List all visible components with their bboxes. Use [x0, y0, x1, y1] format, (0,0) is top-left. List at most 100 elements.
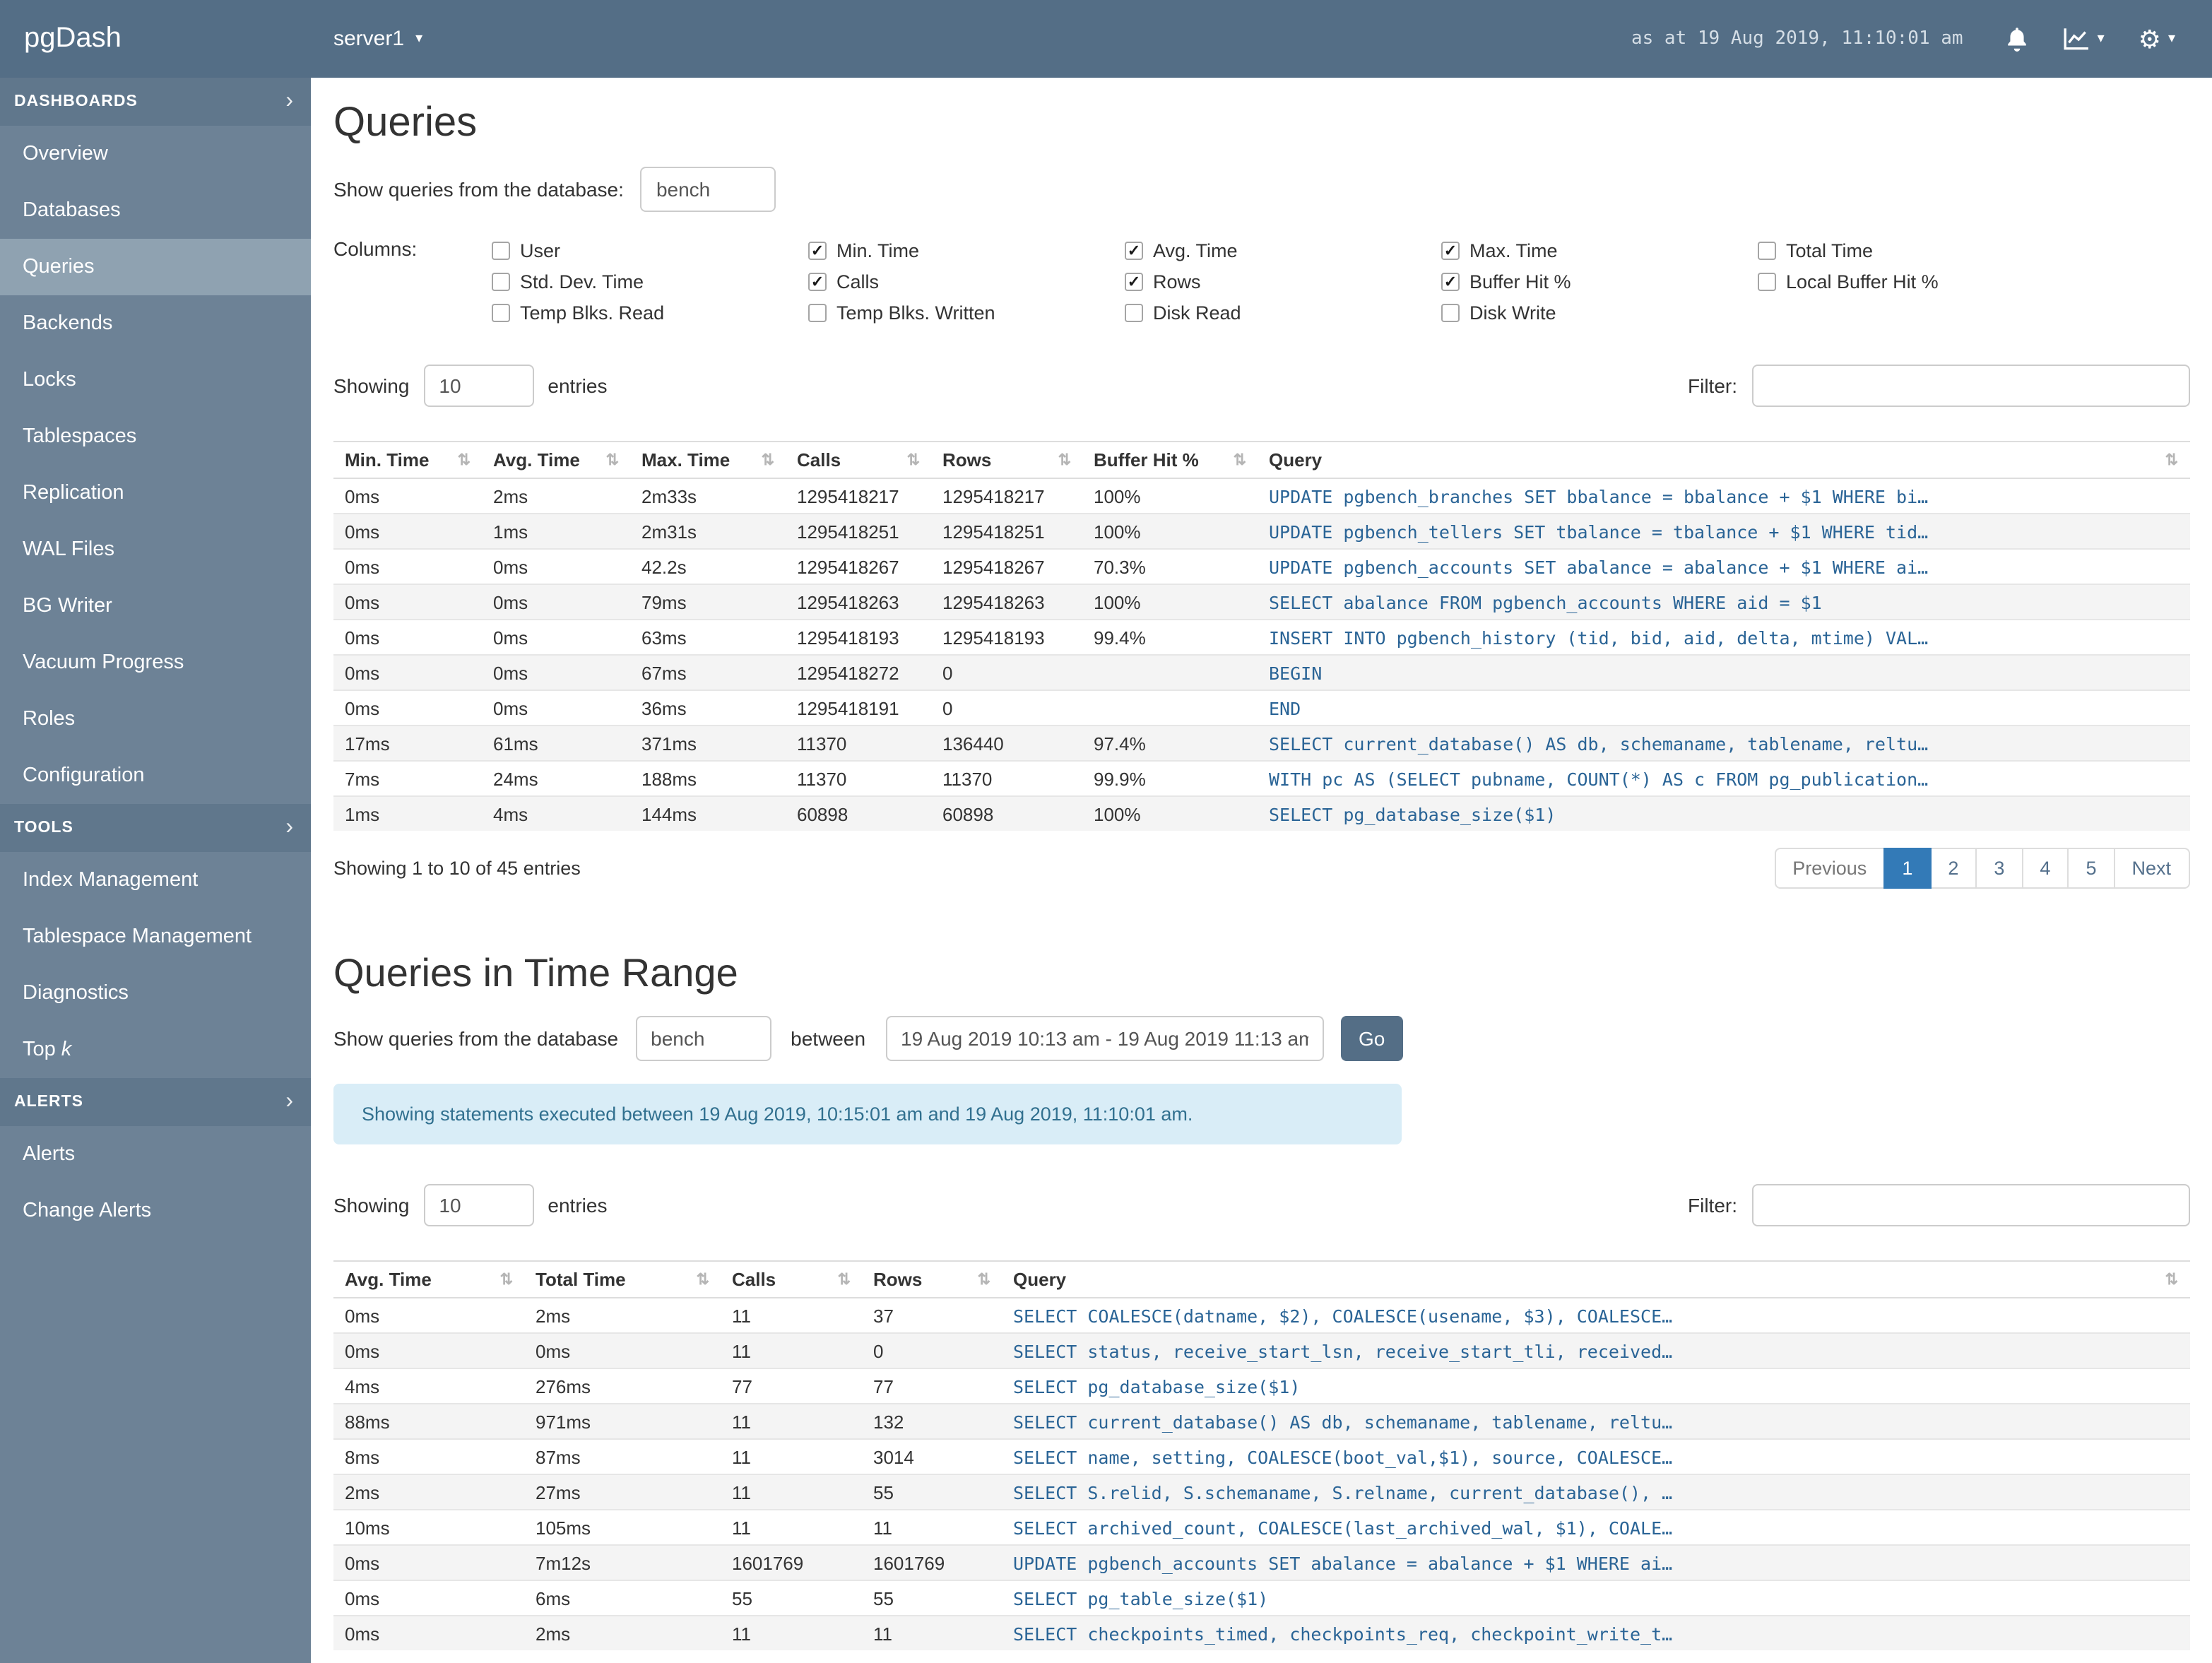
cell-calls: 1295418193	[786, 619, 931, 655]
query-link[interactable]: WITH pc AS (SELECT pubname, COUNT(*) AS …	[1269, 768, 1928, 789]
sidebar-item[interactable]: Backends	[0, 295, 311, 352]
query-link[interactable]: SELECT status, receive_start_lsn, receiv…	[1013, 1340, 1672, 1361]
sidebar-item[interactable]: Locks	[0, 352, 311, 408]
cell-min-time: 0ms	[333, 548, 482, 584]
sidebar-section-tools[interactable]: TOOLS ›	[0, 804, 311, 852]
query-link[interactable]: SELECT pg_database_size($1)	[1269, 803, 1556, 824]
query-link[interactable]: END	[1269, 697, 1301, 718]
query-link[interactable]: SELECT pg_database_size($1)	[1013, 1375, 1300, 1397]
query-link[interactable]: SELECT current_database() AS db, scheman…	[1269, 733, 1928, 754]
column-checkbox[interactable]: Min. Time	[808, 239, 1125, 261]
query-link[interactable]: SELECT abalance FROM pgbench_accounts WH…	[1269, 591, 1822, 612]
column-header[interactable]: Calls ⇅	[786, 441, 931, 479]
query-link[interactable]: SELECT COALESCE(datname, $2), COALESCE(u…	[1013, 1305, 1672, 1326]
entries-count-input[interactable]	[423, 1184, 534, 1226]
notifications-button[interactable]	[2006, 26, 2030, 52]
column-header[interactable]: Min. Time ⇅	[333, 441, 482, 479]
cell-avg-time: 0ms	[482, 690, 630, 726]
column-checkbox[interactable]: Rows	[1125, 271, 1441, 292]
column-checkbox[interactable]: Disk Read	[1125, 302, 1441, 323]
page-button[interactable]: 5	[2067, 848, 2115, 889]
sidebar-item[interactable]: Replication	[0, 465, 311, 521]
sidebar-item[interactable]: WAL Files	[0, 521, 311, 578]
column-checkbox[interactable]: Temp Blks. Read	[492, 302, 808, 323]
query-link[interactable]: SELECT archived_count, COALESCE(last_arc…	[1013, 1517, 1672, 1538]
column-header[interactable]: Total Time ⇅	[524, 1260, 721, 1298]
cell-avg-time: 0ms	[482, 548, 630, 584]
column-checkbox[interactable]: Std. Dev. Time	[492, 271, 808, 292]
column-checkbox[interactable]: Disk Write	[1441, 302, 1758, 323]
query-link[interactable]: BEGIN	[1269, 662, 1322, 683]
database-input[interactable]	[640, 167, 776, 212]
column-checkbox[interactable]: Buffer Hit %	[1441, 271, 1758, 292]
sidebar-item[interactable]: Databases	[0, 182, 311, 239]
query-link[interactable]: SELECT pg_table_size($1)	[1013, 1587, 1268, 1609]
column-header[interactable]: Calls ⇅	[721, 1260, 862, 1298]
sidebar-item[interactable]: Queries	[0, 239, 311, 295]
entries-summary: Showing 1 to 10 of 45 entries	[333, 858, 581, 879]
pagination-previous-button[interactable]: Previous	[1774, 848, 1886, 889]
query-link[interactable]: SELECT checkpoints_timed, checkpoints_re…	[1013, 1623, 1672, 1644]
page-button[interactable]: 4	[2021, 848, 2069, 889]
time-range-database-input[interactable]	[635, 1016, 771, 1061]
column-checkbox[interactable]: Local Buffer Hit %	[1758, 271, 2074, 292]
filter-input[interactable]	[1751, 365, 2189, 407]
pagination-next-button[interactable]: Next	[2113, 848, 2189, 889]
column-header[interactable]: Buffer Hit % ⇅	[1082, 441, 1258, 479]
cell-rows: 3014	[862, 1438, 1002, 1474]
query-link[interactable]: INSERT INTO pgbench_history (tid, bid, a…	[1269, 627, 1928, 648]
column-checkbox[interactable]: User	[492, 239, 808, 261]
sort-icon: ⇅	[2165, 452, 2178, 469]
entries-count-input[interactable]	[423, 365, 534, 407]
query-link[interactable]: UPDATE pgbench_branches SET bbalance = b…	[1269, 485, 1928, 507]
time-range-input[interactable]	[885, 1016, 1324, 1061]
sidebar-item-top-k[interactable]: Top k	[0, 1022, 311, 1078]
page-button[interactable]: 3	[1975, 848, 2023, 889]
sidebar-item[interactable]: Configuration	[0, 747, 311, 804]
cell-buffer-hit: 100%	[1082, 513, 1258, 549]
query-link[interactable]: SELECT current_database() AS db, scheman…	[1013, 1411, 1672, 1432]
query-link[interactable]: UPDATE pgbench_tellers SET tbalance = tb…	[1269, 521, 1928, 542]
go-button[interactable]: Go	[1340, 1016, 1404, 1061]
column-header[interactable]: Query ⇅	[1258, 441, 2189, 479]
column-header[interactable]: Avg. Time ⇅	[333, 1260, 524, 1298]
sidebar-item[interactable]: Index Management	[0, 852, 311, 909]
column-checkbox[interactable]: Total Time	[1758, 239, 2074, 261]
column-checkbox[interactable]: Max. Time	[1441, 239, 1758, 261]
sidebar-item[interactable]: Change Alerts	[0, 1183, 311, 1239]
query-link[interactable]: UPDATE pgbench_accounts SET abalance = a…	[1013, 1552, 1672, 1573]
sidebar-item[interactable]: Overview	[0, 126, 311, 182]
sidebar-item[interactable]: BG Writer	[0, 578, 311, 634]
gear-icon: ⚙	[2138, 25, 2161, 53]
sidebar-item[interactable]: Tablespace Management	[0, 909, 311, 965]
column-header[interactable]: Query ⇅	[1002, 1260, 2189, 1298]
cell-avg-time: 88ms	[333, 1403, 524, 1439]
query-link[interactable]: SELECT name, setting, COALESCE(boot_val,…	[1013, 1446, 1672, 1467]
cell-buffer-hit: 70.3%	[1082, 548, 1258, 584]
sidebar-item[interactable]: Vacuum Progress	[0, 634, 311, 691]
sidebar-item[interactable]: Alerts	[0, 1126, 311, 1183]
cell-query: BEGIN	[1258, 654, 2189, 690]
column-checkbox[interactable]: Calls	[808, 271, 1125, 292]
server-selector[interactable]: server1 ▾	[333, 27, 422, 51]
page-button[interactable]: 1	[1883, 848, 1932, 889]
sidebar-item[interactable]: Roles	[0, 691, 311, 747]
query-link[interactable]: UPDATE pgbench_accounts SET abalance = a…	[1269, 556, 1928, 577]
sidebar-item[interactable]: Diagnostics	[0, 965, 311, 1022]
filter-input[interactable]	[1751, 1184, 2189, 1226]
column-header[interactable]: Avg. Time ⇅	[482, 441, 630, 479]
sidebar-item[interactable]: Tablespaces	[0, 408, 311, 465]
sidebar-section-dashboards[interactable]: DASHBOARDS ›	[0, 78, 311, 126]
column-checkbox[interactable]: Temp Blks. Written	[808, 302, 1125, 323]
column-header[interactable]: Max. Time ⇅	[630, 441, 786, 479]
settings-menu-button[interactable]: ⚙ ▾	[2139, 26, 2175, 52]
checkbox-box-icon	[492, 241, 510, 259]
column-checkbox[interactable]: Avg. Time	[1125, 239, 1441, 261]
brand-logo[interactable]: pgDash	[0, 23, 311, 55]
query-link[interactable]: SELECT S.relid, S.schemaname, S.relname,…	[1013, 1481, 1672, 1503]
sidebar-section-alerts[interactable]: ALERTS ›	[0, 1078, 311, 1126]
column-header[interactable]: Rows ⇅	[862, 1260, 1002, 1298]
column-header[interactable]: Rows ⇅	[931, 441, 1082, 479]
page-button[interactable]: 2	[1929, 848, 1977, 889]
charts-menu-button[interactable]: ▾	[2064, 27, 2105, 51]
